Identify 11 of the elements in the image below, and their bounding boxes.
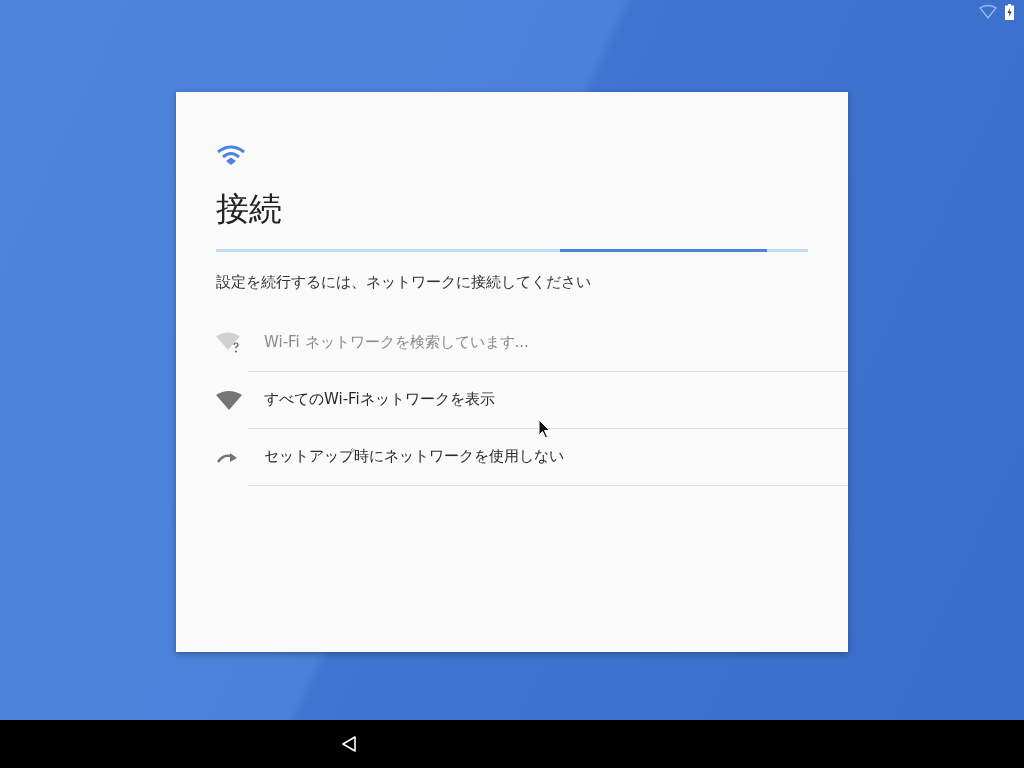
- back-icon[interactable]: [340, 735, 358, 753]
- network-option: Wi-Fi ネットワークを検索しています...: [176, 314, 848, 372]
- dialog-subtitle: 設定を続行するには、ネットワークに接続してください: [216, 271, 592, 293]
- dialog-title: 接続: [216, 188, 283, 230]
- wifi-status-icon: [979, 5, 997, 19]
- network-option[interactable]: すべてのWi-Fiネットワークを表示: [176, 371, 848, 429]
- battery-charging-icon: [1005, 4, 1014, 20]
- wifi-icon: [216, 390, 242, 411]
- wifi-question-icon: [216, 332, 242, 355]
- skip-arrow-icon: [216, 451, 238, 464]
- wifi-icon: [216, 144, 246, 166]
